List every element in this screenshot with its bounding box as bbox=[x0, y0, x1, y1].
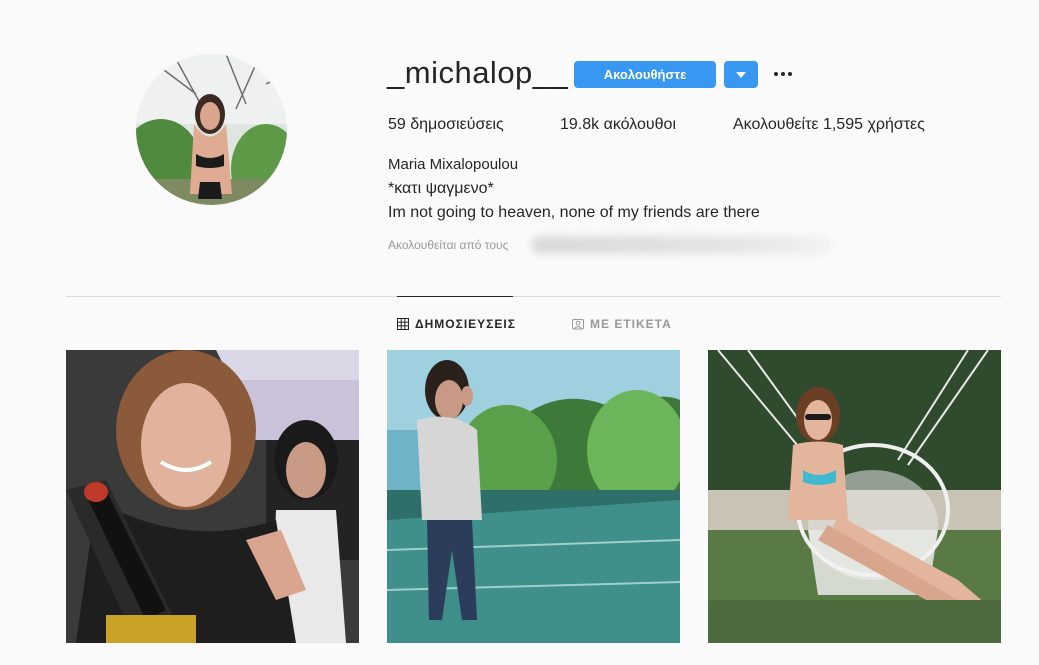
tab-posts[interactable]: ΔΗΜΟΣΙΕΥΣΕΙΣ bbox=[397, 316, 516, 332]
chevron-down-icon bbox=[736, 71, 746, 78]
tabs-divider bbox=[66, 296, 1001, 297]
active-tab-indicator bbox=[397, 296, 513, 297]
posts-count: 59 δημοσιεύσεις bbox=[388, 116, 504, 133]
more-options-icon[interactable] bbox=[772, 60, 794, 88]
post-thumbnail[interactable] bbox=[708, 350, 1001, 643]
more-dot bbox=[774, 72, 778, 76]
followed-by-label: Ακολουθείται από τους bbox=[388, 238, 509, 252]
bio-line: Im not going to heaven, none of my frien… bbox=[388, 204, 760, 221]
followers-count[interactable]: 19.8k ακόλουθοι bbox=[560, 116, 676, 134]
grid-icon bbox=[397, 318, 409, 330]
profile-full-name: Maria Mixalopoulou bbox=[388, 156, 519, 173]
follow-button[interactable]: Ακολουθήστε bbox=[574, 61, 716, 88]
tab-tagged[interactable]: ΜΕ ΕΤΙΚΕΤΑ bbox=[572, 316, 672, 332]
post-thumbnail[interactable] bbox=[66, 350, 359, 643]
tab-label: ΔΗΜΟΣΙΕΥΣΕΙΣ bbox=[415, 317, 516, 331]
tab-label: ΜΕ ΕΤΙΚΕΤΑ bbox=[590, 317, 672, 331]
following-count[interactable]: Ακολουθείτε 1,595 χρήστες bbox=[733, 116, 925, 134]
post-thumbnail[interactable] bbox=[387, 350, 680, 643]
more-dot bbox=[781, 72, 785, 76]
profile-avatar[interactable] bbox=[136, 54, 287, 205]
tag-icon bbox=[572, 319, 584, 330]
suggestions-dropdown-button[interactable] bbox=[724, 61, 758, 88]
profile-username: _michalop__ bbox=[387, 55, 569, 90]
bio-line: *κατι ψαγμενο* bbox=[388, 180, 494, 197]
followed-by-names-blurred[interactable] bbox=[532, 236, 832, 254]
more-dot bbox=[788, 72, 792, 76]
